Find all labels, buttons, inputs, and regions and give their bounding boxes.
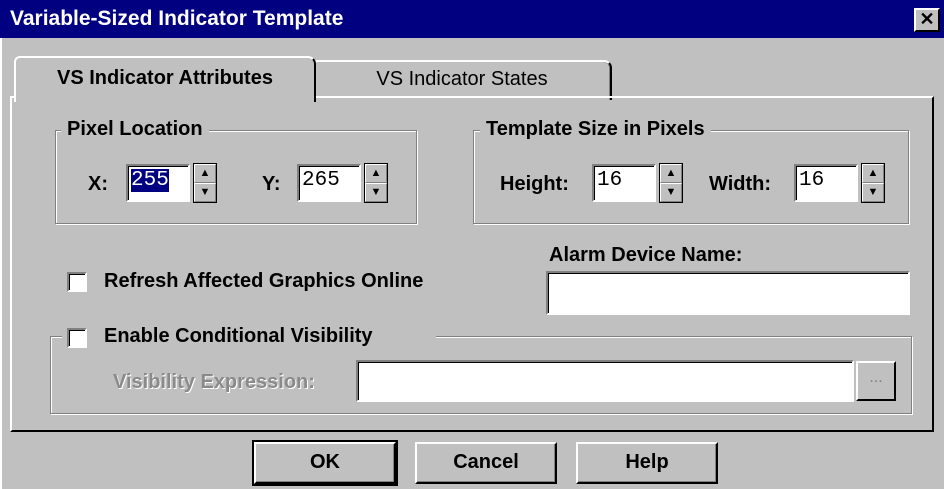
close-icon[interactable]: ✕ (914, 8, 940, 32)
window-border (0, 38, 2, 489)
help-button[interactable]: Help (576, 442, 718, 484)
window-title: Variable-Sized Indicator Template (10, 7, 344, 30)
ok-button[interactable]: OK (252, 440, 398, 486)
tab-panel (10, 96, 934, 432)
tab-vs-indicator-attributes[interactable]: VS Indicator Attributes (14, 56, 316, 102)
cancel-button[interactable]: Cancel (415, 442, 557, 484)
tab-vs-indicator-states[interactable]: VS Indicator States (312, 60, 612, 100)
